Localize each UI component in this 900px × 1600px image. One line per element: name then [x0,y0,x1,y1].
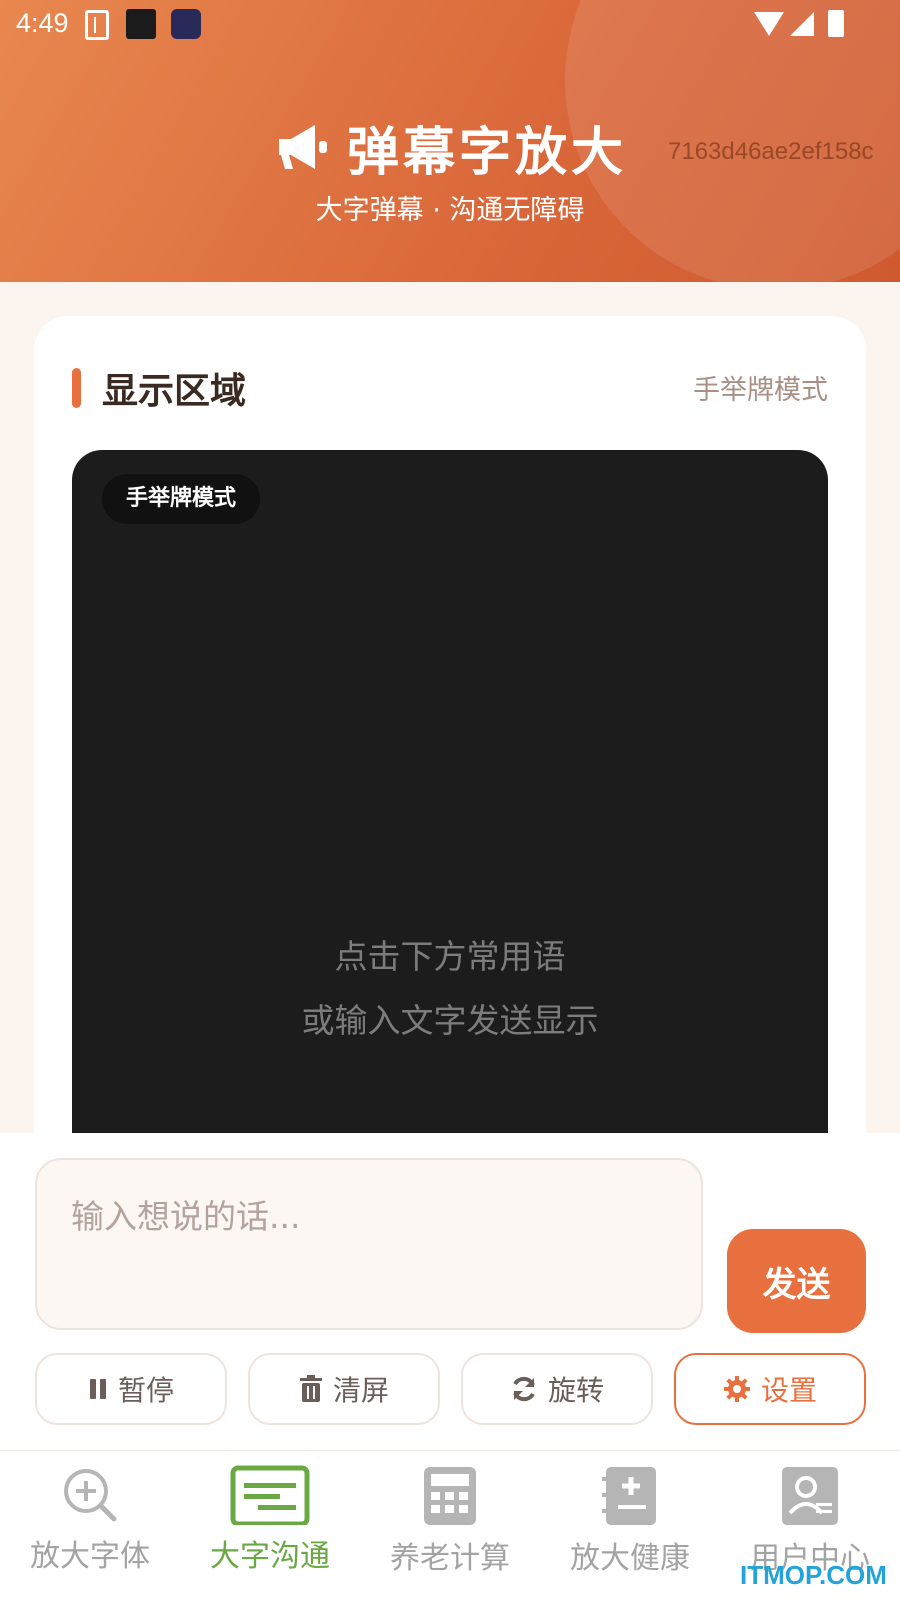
watermark: ITMOP.COM [740,1560,887,1590]
section-title: 显示区域 [102,371,247,412]
mode-toggle-link[interactable]: 手举牌模式 [693,368,828,407]
calculator-icon [424,1467,476,1525]
app-title: 弹幕字放大 [347,122,628,183]
signal-icon [790,12,814,36]
tab-label: 放大健康 [570,1541,690,1576]
tab-label: 养老计算 [390,1541,510,1576]
tab-health[interactable]: 放大健康 [550,1465,710,1577]
pause-label: 暂停 [117,1374,174,1407]
wifi-icon [754,12,784,36]
app-subtitle: 大字弹幕 · 沟通无障碍 [315,195,585,226]
pause-button[interactable]: 暂停 [35,1353,227,1425]
zoom-in-icon [64,1469,117,1522]
build-hash: 7163d46ae2ef158c [668,138,874,165]
user-card-icon [782,1467,838,1525]
title-row: 弹幕字放大 [275,112,628,183]
gear-icon [723,1375,751,1403]
tab-pension-calc[interactable]: 养老计算 [370,1465,530,1577]
mode-chip: 手举牌模式 [102,474,261,524]
message-input-box[interactable] [35,1158,703,1330]
rotate-button[interactable]: 旋转 [461,1353,653,1425]
hint-line-1: 点击下方常用语 [334,937,566,976]
notebook-icon [85,10,109,40]
clear-label: 清屏 [332,1374,389,1407]
section-accent-bar [72,368,81,408]
app-header: 4:49 弹幕字放大 7163d46ae2ef158c 大字弹幕 · 沟通无障碍 [0,0,900,282]
refresh-icon [510,1375,538,1403]
tab-label: 大字沟通 [210,1539,330,1574]
message-input[interactable] [37,1160,701,1328]
megaphone-icon [279,125,327,169]
pause-icon [88,1377,108,1401]
display-card: 显示区域 手举牌模式 手举牌模式 点击下方常用语 或输入文字发送显示 [34,316,866,1210]
rotate-label: 旋转 [547,1374,604,1407]
tab-zoom-font[interactable]: 放大字体 [10,1465,170,1575]
settings-button[interactable]: 设置 [674,1353,866,1425]
message-lines-icon [230,1465,310,1525]
settings-label: 设置 [760,1374,817,1407]
status-time: 4:49 [16,8,69,38]
battery-icon [828,10,844,37]
send-button[interactable]: 发送 [727,1229,866,1333]
status-bar: 4:49 [0,0,900,50]
trash-icon [299,1375,323,1403]
tab-big-text-chat[interactable]: 大字沟通 [190,1465,350,1575]
input-panel: 发送 暂停 清屏 旋转 设置 [0,1133,900,1450]
hint-line-2: 或输入文字发送显示 [301,1001,599,1040]
clear-button[interactable]: 清屏 [248,1353,440,1425]
medical-book-icon [602,1467,656,1525]
tab-label: 放大字体 [30,1539,150,1574]
voice-app-icon [171,9,201,39]
clock-app-icon [126,9,156,39]
display-area[interactable]: 手举牌模式 点击下方常用语 或输入文字发送显示 [72,450,828,1210]
